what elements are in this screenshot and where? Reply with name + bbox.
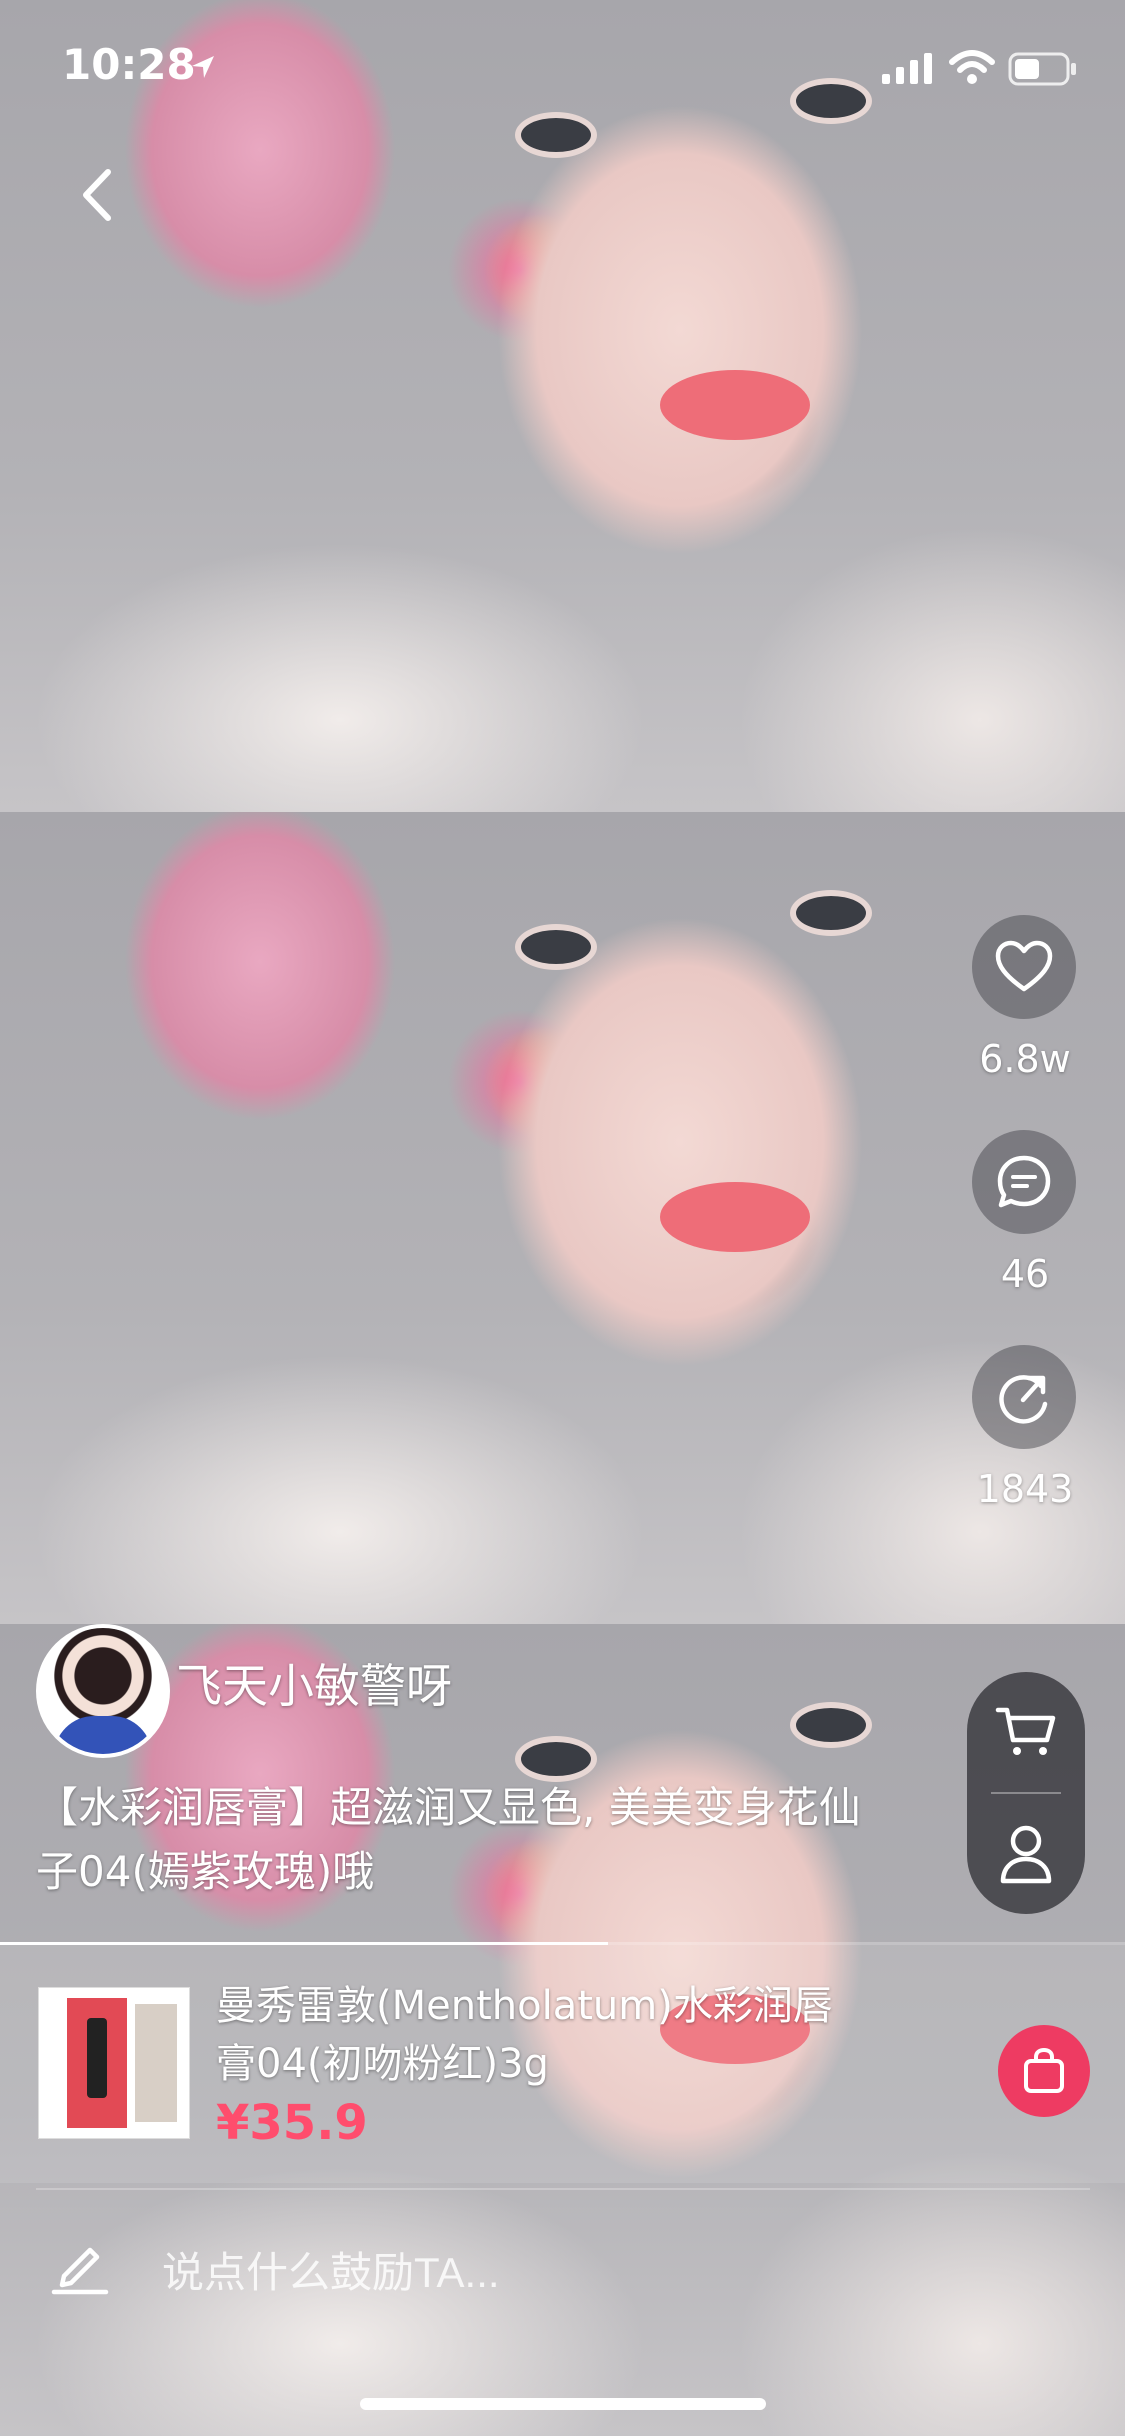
location-arrow-icon <box>192 56 214 78</box>
share-icon <box>999 1375 1048 1424</box>
profile-icon <box>1000 1825 1052 1884</box>
comment-input[interactable] <box>160 2248 1024 2298</box>
comment-circle[interactable] <box>972 1130 1076 1234</box>
home-indicator[interactable] <box>360 2398 766 2410</box>
cart-icon <box>995 1707 1056 1755</box>
eye <box>790 1702 872 1748</box>
video-caption: 【水彩润唇膏】超滋润又显色, 美美变身花仙子04(嫣紫玫瑰)哦 <box>36 1783 861 1896</box>
avatar-shirt <box>54 1716 152 1754</box>
buy-button[interactable] <box>998 2025 1090 2117</box>
like-circle[interactable] <box>972 915 1076 1019</box>
product-thumbnail[interactable] <box>38 1987 190 2139</box>
product-card[interactable]: 曼秀雷敦(Mentholatum)水彩润唇膏04(初吻粉红)3g ¥35.9 <box>0 1945 1125 2183</box>
eye <box>515 924 597 970</box>
back-icon[interactable] <box>68 160 128 230</box>
product-price: ¥35.9 <box>216 2095 368 2151</box>
share-count: 1843 <box>976 1467 1074 1511</box>
author-avatar[interactable] <box>36 1624 170 1758</box>
comment-bar <box>0 2192 1125 2332</box>
shop-pill <box>967 1672 1085 1914</box>
share-button[interactable]: 1843 <box>972 1345 1078 1511</box>
signal-icon <box>882 53 932 84</box>
product-title[interactable]: 曼秀雷敦(Mentholatum)水彩润唇膏04(初吻粉红)3g <box>216 1977 836 2093</box>
video-screen: 10:28 6.8w 46 1843 飞天小敏警呀 【水彩润唇膏】超滋润又显色,… <box>0 0 1125 2436</box>
profile-button[interactable] <box>967 1794 1085 1914</box>
status-bar: 10:28 <box>0 0 1125 140</box>
comment-icon <box>997 1155 1051 1208</box>
cart-button[interactable] <box>967 1672 1085 1792</box>
status-time: 10:28 <box>62 40 196 89</box>
lips <box>660 1182 810 1252</box>
battery-icon <box>1008 52 1076 86</box>
comment-count: 46 <box>1000 1252 1050 1296</box>
wifi-icon <box>949 50 995 84</box>
lips <box>660 370 810 440</box>
heart-icon <box>995 940 1053 992</box>
product-lipbalm <box>87 2018 107 2098</box>
product-box-back <box>135 2004 177 2122</box>
share-circle[interactable] <box>972 1345 1076 1449</box>
like-count: 6.8w <box>979 1037 1071 1081</box>
shopping-bag-icon <box>1024 2047 1064 2093</box>
video-frame[interactable] <box>0 812 1125 1624</box>
eye <box>790 890 872 936</box>
comment-button[interactable]: 46 <box>972 1130 1078 1296</box>
divider <box>36 2188 1090 2190</box>
author-name[interactable]: 飞天小敏警呀 <box>176 1650 452 1716</box>
pen-icon <box>51 2247 109 2295</box>
like-button[interactable]: 6.8w <box>972 915 1078 1081</box>
